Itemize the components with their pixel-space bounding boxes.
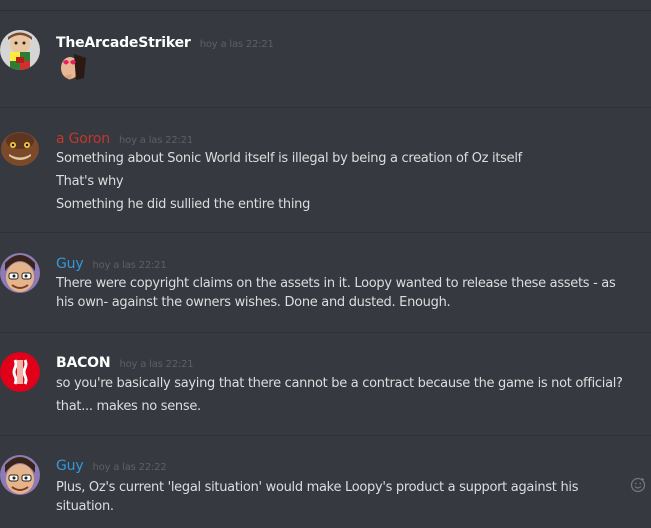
message-group: Guy hoy a las 22:22 Plus, Oz's current '… <box>0 455 651 519</box>
avatar[interactable] <box>0 253 40 293</box>
goron-avatar-icon <box>0 127 40 167</box>
avatar[interactable] <box>0 352 40 392</box>
smiley-reaction-icon[interactable] <box>630 477 646 493</box>
message-text: That's why <box>56 174 124 189</box>
face-with-heart-eyes-emoji <box>56 52 90 82</box>
message-divider <box>0 435 651 436</box>
message-divider <box>0 107 651 108</box>
message-text: his own- against the owners wishes. Done… <box>56 295 451 310</box>
message-header: Guy hoy a las 22:21 <box>56 253 167 273</box>
timestamp: hoy a las 22:21 <box>119 359 194 370</box>
message-divider <box>0 232 651 233</box>
avatar[interactable] <box>0 455 40 495</box>
message-group: TheArcadeStriker hoy a las 22:21 <box>0 30 651 92</box>
username[interactable]: TheArcadeStriker <box>56 35 191 51</box>
timestamp: hoy a las 22:21 <box>92 260 167 271</box>
message-group: BACON hoy a las 22:21 so you're basicall… <box>0 352 651 416</box>
username[interactable]: a Goron <box>56 131 110 147</box>
message-header: TheArcadeStriker hoy a las 22:21 <box>56 32 274 52</box>
timestamp: hoy a las 22:21 <box>119 135 194 146</box>
message-header: BACON hoy a las 22:21 <box>56 352 194 372</box>
username[interactable]: BACON <box>56 355 111 371</box>
avatar[interactable] <box>0 127 40 167</box>
message-group: Guy hoy a las 22:21 There were copyright… <box>0 253 651 315</box>
username[interactable]: Guy <box>56 458 84 474</box>
message-group: a Goron hoy a las 22:21 Something about … <box>0 127 651 217</box>
guy-avatar-icon <box>0 253 40 293</box>
message-divider <box>0 332 651 333</box>
message-text: Something he did sullied the entire thin… <box>56 197 311 212</box>
guy-avatar-icon <box>0 455 40 495</box>
message-text: that... makes no sense. <box>56 399 201 414</box>
message-text: Plus, Oz's current 'legal situation' wou… <box>56 480 579 495</box>
message-header: a Goron hoy a las 22:21 <box>56 128 193 148</box>
message-text: Something about Sonic World itself is il… <box>56 151 522 166</box>
top-divider <box>0 10 651 11</box>
message-header: Guy hoy a las 22:22 <box>56 455 167 475</box>
avatar[interactable] <box>0 30 40 70</box>
bacon-avatar-icon <box>0 352 40 392</box>
timestamp: hoy a las 22:22 <box>92 462 167 473</box>
message-text: situation. <box>56 499 114 514</box>
message-text: There were copyright claims on the asset… <box>56 276 616 291</box>
message-text: so you're basically saying that there ca… <box>56 376 623 391</box>
timestamp: hoy a las 22:21 <box>199 39 274 50</box>
arcade-striker-avatar-icon <box>0 30 40 70</box>
username[interactable]: Guy <box>56 256 84 272</box>
